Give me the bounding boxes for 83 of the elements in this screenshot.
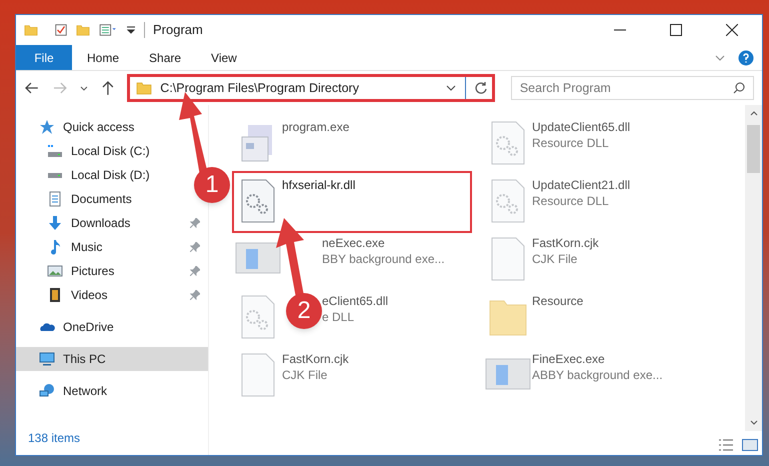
- large-icons-view-icon[interactable]: [742, 439, 758, 451]
- new-folder-icon: [76, 23, 90, 37]
- file-name: program.exe: [282, 119, 350, 135]
- file-name: hfxserial-kr.dll: [282, 177, 356, 193]
- folder-icon: [24, 23, 38, 37]
- file-type: BBY background exe...: [322, 251, 445, 267]
- file-item[interactable]: hfxserial-kr.dll: [234, 173, 470, 231]
- sidebar-label: Network: [63, 383, 108, 400]
- sidebar-item[interactable]: Downloads: [47, 211, 208, 235]
- file-type: CJK File: [532, 251, 578, 267]
- sidebar-item[interactable]: Videos: [47, 283, 208, 307]
- details-view-icon[interactable]: [718, 439, 734, 451]
- sidebar-item[interactable]: Local Disk (C:): [47, 139, 158, 163]
- file-name: FastKorn.cjk: [282, 351, 349, 367]
- ribbon-tab[interactable]: View: [196, 45, 252, 70]
- address-path: C:\Program Files\Program Directory: [160, 80, 360, 97]
- dropdown-icon[interactable]: [126, 25, 136, 35]
- sidebar-label: This PC: [63, 351, 107, 368]
- file-type: Resource DLL: [532, 135, 610, 151]
- search-input[interactable]: Search Program: [520, 78, 733, 98]
- file-name: UpdateClient21.dll: [532, 177, 630, 193]
- refresh-icon[interactable]: [474, 81, 488, 95]
- drive-icon: [47, 172, 63, 178]
- monitor-icon: [39, 351, 55, 367]
- sidebar-item[interactable]: Quick access: [39, 115, 142, 139]
- file-name: neExec.exe: [322, 235, 386, 251]
- file-type: Resource DLL: [532, 193, 610, 209]
- file-name: UpdateClient65.dll: [532, 119, 630, 135]
- file-name: FastKorn.cjk: [532, 235, 599, 251]
- sidebar-item[interactable]: This PC: [16, 347, 208, 371]
- sidebar-label: Local Disk (C:): [71, 143, 150, 160]
- ribbon-tab[interactable]: File: [16, 45, 72, 70]
- pin-icon: [190, 218, 200, 228]
- document-icon: [47, 191, 63, 207]
- sidebar-label: Videos: [71, 287, 108, 304]
- maximize-icon[interactable]: [670, 24, 682, 36]
- download-icon: [47, 215, 63, 231]
- properties-icon[interactable]: [98, 23, 118, 37]
- pin-icon: [190, 290, 200, 300]
- file-name: eClient65.dll: [322, 293, 388, 309]
- film-icon: [47, 287, 63, 303]
- item-count: 138 items: [27, 430, 82, 447]
- up-icon[interactable]: [100, 80, 116, 96]
- scroll-thumb[interactable]: [747, 125, 760, 173]
- network-icon: [39, 383, 55, 399]
- search-icon: [733, 82, 745, 94]
- scroll-down-icon[interactable]: [750, 419, 758, 427]
- star-icon: [39, 119, 55, 135]
- sidebar-item[interactable]: Documents: [47, 187, 140, 211]
- sidebar-label: Pictures: [71, 263, 116, 280]
- search-field[interactable]: Search Program: [510, 76, 754, 100]
- back-icon[interactable]: [24, 80, 40, 96]
- sidebar-label: Local Disk (D:): [71, 167, 150, 184]
- sidebar-label: Documents: [71, 191, 132, 208]
- sidebar-item[interactable]: Pictures: [47, 259, 208, 283]
- sidebar-item[interactable]: Network: [39, 379, 116, 403]
- file-type: e DLL: [322, 309, 356, 325]
- sidebar-label: Quick access: [63, 119, 134, 136]
- file-type: CJK File: [282, 367, 328, 383]
- scroll-up-icon[interactable]: [750, 109, 758, 117]
- folder-icon: [136, 80, 152, 96]
- drive-icon: [47, 144, 63, 158]
- file-name: FineExec.exe: [532, 351, 606, 367]
- sidebar-label: Music: [71, 239, 104, 256]
- ribbon-tab[interactable]: Home: [72, 45, 134, 70]
- sidebar-item[interactable]: Local Disk (D:): [47, 163, 158, 187]
- sidebar-item[interactable]: Music: [47, 235, 208, 259]
- sidebar-item[interactable]: OneDrive: [39, 315, 122, 339]
- sidebar-label: Downloads: [71, 215, 132, 232]
- file-name: Resource: [532, 293, 584, 309]
- chevron-icon[interactable]: [80, 84, 88, 92]
- checklist-icon[interactable]: [54, 23, 68, 37]
- close-icon[interactable]: [726, 24, 738, 36]
- pin-icon: [190, 242, 200, 252]
- help-icon[interactable]: [738, 50, 754, 66]
- pin-icon: [190, 266, 200, 276]
- window-title: Program: [153, 21, 204, 40]
- ribbon-tab[interactable]: Share: [134, 45, 196, 70]
- scrollbar[interactable]: [745, 105, 762, 431]
- pictures-icon: [47, 263, 63, 279]
- file-type: ABBY background exe...: [532, 367, 663, 383]
- sidebar-label: OneDrive: [63, 319, 114, 336]
- address-bar[interactable]: C:\Program Files\Program Directory: [127, 74, 495, 102]
